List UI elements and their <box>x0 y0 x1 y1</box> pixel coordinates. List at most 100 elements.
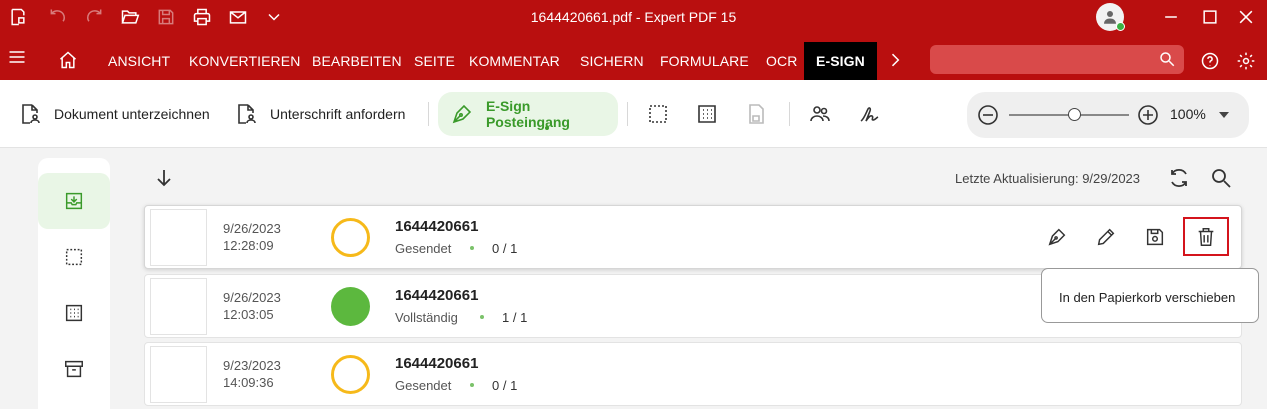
row-document-name: 1644420661 <box>395 287 479 304</box>
contacts-button[interactable] <box>808 80 832 148</box>
save-disabled-button[interactable] <box>744 80 768 148</box>
chevron-down-icon[interactable] <box>263 6 285 28</box>
save-icon[interactable] <box>155 6 177 28</box>
close-icon[interactable] <box>1235 6 1257 28</box>
document-thumbnail <box>150 278 207 335</box>
sign-document-button[interactable]: Dokument unterzeichnen <box>18 80 210 148</box>
row-time-value: 14:09:36 <box>223 375 274 390</box>
toolbar-divider <box>789 102 790 126</box>
minimize-icon[interactable] <box>1160 6 1182 28</box>
toolbar-divider <box>627 102 628 126</box>
hamburger-menu-icon[interactable] <box>6 46 28 68</box>
dashed-square-icon <box>649 105 667 123</box>
pen-nib-icon <box>1048 228 1066 246</box>
document-request-icon <box>238 104 256 124</box>
status-pending-icon <box>331 355 370 394</box>
undo-icon[interactable] <box>47 6 69 28</box>
user-avatar[interactable] <box>1096 3 1125 31</box>
row-signature-count: 1 / 1 <box>502 310 528 325</box>
menu-kommentar[interactable]: KOMMENTAR <box>469 34 560 80</box>
toolbar-divider <box>428 102 429 126</box>
request-signature-label: Unterschrift anfordern <box>270 106 406 122</box>
search-input[interactable] <box>930 45 1184 74</box>
app-logo-icon[interactable] <box>7 6 29 28</box>
menu-konvertieren[interactable]: KONVERTIEREN <box>189 34 300 80</box>
row-signature-count: 0 / 1 <box>492 241 518 256</box>
row-time-value: 12:03:05 <box>223 307 274 322</box>
row-document-name: 1644420661 <box>395 218 479 235</box>
content-search-button[interactable] <box>1209 166 1233 190</box>
row-date: 9/23/2023 14:09:36 <box>223 357 281 391</box>
menu-ocr[interactable]: OCR <box>766 34 797 80</box>
inbox-download-icon <box>65 192 83 210</box>
menu-sichern[interactable]: SICHERN <box>580 34 644 80</box>
esign-inbox-button[interactable]: E-Sign Posteingang <box>438 92 618 136</box>
sort-direction-button[interactable] <box>152 166 176 190</box>
chevron-right-icon[interactable] <box>884 49 906 71</box>
people-icon <box>810 106 830 122</box>
status-pending-icon <box>331 218 370 257</box>
zoom-dropdown-icon[interactable] <box>1219 112 1229 118</box>
menu-ansicht[interactable]: ANSICHT <box>108 34 170 80</box>
row-date-value: 9/26/2023 <box>223 290 281 305</box>
document-person-icon <box>22 104 40 124</box>
menu-seite[interactable]: SEITE <box>414 34 455 80</box>
request-signature-button[interactable]: Unterschrift anfordern <box>234 80 405 148</box>
zoom-slider-knob[interactable] <box>1068 108 1081 121</box>
table-row[interactable]: 9/23/2023 14:09:36 1644420661 Gesendet 0… <box>144 342 1242 406</box>
mail-icon[interactable] <box>227 6 249 28</box>
trash-tooltip: In den Papierkorb verschieben <box>1041 268 1259 323</box>
help-icon[interactable] <box>1199 50 1221 72</box>
maximize-icon[interactable] <box>1199 6 1221 28</box>
row-date-value: 9/23/2023 <box>223 358 281 373</box>
row-document-name: 1644420661 <box>395 355 479 372</box>
signature-button[interactable] <box>858 80 882 148</box>
menu-bar: ANSICHT KONVERTIEREN BEARBEITEN SEITE KO… <box>0 34 1267 80</box>
home-icon[interactable] <box>57 49 79 71</box>
save-document-icon <box>749 104 764 124</box>
arrow-down-icon <box>157 170 171 187</box>
row-signature-count: 0 / 1 <box>492 378 518 393</box>
search-icon <box>1160 52 1175 67</box>
rail-archive[interactable] <box>38 341 110 397</box>
menu-esign[interactable]: E-SIGN <box>804 42 877 80</box>
pen-nib-icon <box>452 104 472 124</box>
redo-icon[interactable] <box>83 6 105 28</box>
zoom-out-icon[interactable] <box>976 103 1000 127</box>
row-date: 9/26/2023 12:28:09 <box>223 220 281 254</box>
row-save-button[interactable] <box>1142 224 1168 250</box>
archive-icon <box>65 360 83 378</box>
zoom-value[interactable]: 100% <box>1170 106 1206 122</box>
rail-grid[interactable] <box>38 285 110 341</box>
dotted-grid-icon <box>698 105 716 123</box>
dashed-square-icon <box>65 248 83 266</box>
grid-select-button[interactable] <box>695 80 719 148</box>
dotted-grid-icon <box>65 304 83 322</box>
open-folder-icon[interactable] <box>119 6 141 28</box>
separator-dot <box>480 315 484 319</box>
menu-bearbeiten[interactable]: BEARBEITEN <box>312 34 402 80</box>
row-trash-button[interactable] <box>1183 217 1229 256</box>
rail-selection[interactable] <box>38 229 110 285</box>
row-time-value: 12:28:09 <box>223 238 274 253</box>
select-area-button[interactable] <box>646 80 670 148</box>
status-complete-icon <box>331 287 370 326</box>
zoom-control: 100% <box>967 92 1249 138</box>
gear-icon[interactable] <box>1235 50 1257 72</box>
separator-dot <box>470 246 474 250</box>
print-icon[interactable] <box>191 6 213 28</box>
menu-formulare[interactable]: FORMULARE <box>660 34 749 80</box>
row-sign-button[interactable] <box>1044 224 1070 250</box>
table-row[interactable]: 9/26/2023 12:28:09 1644420661 Gesendet 0… <box>144 205 1242 269</box>
online-status-badge <box>1116 22 1125 31</box>
refresh-icon <box>1171 168 1187 188</box>
row-status-text: Gesendet <box>395 378 452 393</box>
active-indicator-dot <box>545 126 549 130</box>
row-status-text: Gesendet <box>395 241 452 256</box>
search-icon <box>1212 169 1231 188</box>
save-icon <box>1146 228 1164 246</box>
rail-inbox[interactable] <box>38 173 110 229</box>
row-edit-button[interactable] <box>1093 224 1119 250</box>
zoom-in-icon[interactable] <box>1136 103 1160 127</box>
refresh-button[interactable] <box>1167 166 1191 190</box>
